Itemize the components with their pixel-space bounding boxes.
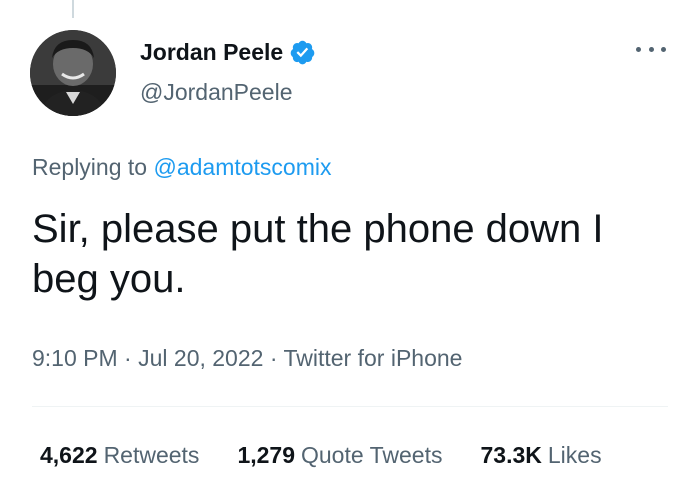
author-handle[interactable]: @JordanPeele: [140, 78, 293, 106]
author-name-row: Jordan Peele: [140, 38, 316, 66]
more-options-icon[interactable]: [636, 38, 666, 60]
tweet-meta: 9:10 PM · Jul 20, 2022 · Twitter for iPh…: [32, 342, 462, 374]
tweet-time[interactable]: 9:10 PM: [32, 345, 118, 371]
retweets-label: Retweets: [103, 442, 200, 468]
retweets-count: 4,622: [40, 442, 98, 468]
verified-badge-icon: [289, 39, 316, 66]
quote-tweets-label: Quote Tweets: [301, 442, 443, 468]
likes-label: Likes: [547, 442, 602, 468]
reply-handle-link[interactable]: @adamtotscomix: [153, 154, 331, 180]
likes-stat[interactable]: 73.3K Likes: [481, 440, 602, 470]
retweets-stat[interactable]: 4,622 Retweets: [40, 440, 199, 470]
replying-to: Replying to @adamtotscomix: [32, 152, 331, 182]
display-name[interactable]: Jordan Peele: [140, 38, 283, 66]
quote-tweets-count: 1,279: [237, 442, 295, 468]
tweet-stats: 4,622 Retweets 1,279 Quote Tweets 73.3K Lik…: [40, 440, 640, 470]
tweet-date[interactable]: Jul 20, 2022: [138, 345, 263, 371]
tweet-text: Sir, please put the phone down I beg you…: [32, 207, 604, 301]
divider: [32, 406, 668, 407]
dot: [636, 46, 641, 52]
tweet-source[interactable]: Twitter for iPhone: [283, 345, 462, 371]
avatar-photo-icon: [30, 30, 116, 116]
avatar[interactable]: [30, 30, 116, 116]
dot: [661, 46, 666, 52]
likes-count: 73.3K: [480, 442, 542, 468]
quote-tweets-stat[interactable]: 1,279 Quote Tweets: [237, 440, 442, 470]
meta-separator: ·: [124, 345, 132, 371]
thread-line: [72, 0, 74, 18]
dot: [648, 46, 654, 52]
meta-separator: ·: [269, 345, 278, 371]
replying-to-label: Replying to: [32, 154, 148, 180]
